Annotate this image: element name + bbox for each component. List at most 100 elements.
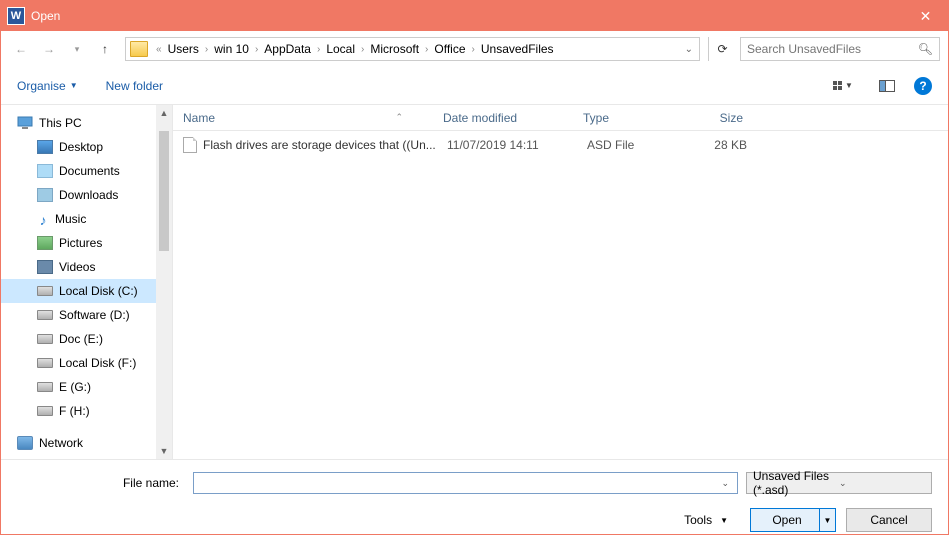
breadcrumb-separator-icon[interactable]: › [421, 44, 432, 55]
preview-pane-button[interactable] [870, 75, 904, 97]
sidebar-item-label: Local Disk (F:) [59, 356, 136, 370]
breadcrumb-history-dropdown[interactable]: ⌄ [679, 44, 699, 55]
disk-icon [37, 310, 53, 320]
address-bar[interactable]: «Users›win 10›AppData›Local›Microsoft›Of… [125, 37, 700, 61]
column-header-size[interactable]: Size [683, 111, 783, 125]
search-icon[interactable]: 🔍︎ [918, 42, 933, 56]
filename-label: File name: [17, 476, 185, 490]
back-button[interactable]: ← [9, 37, 33, 61]
bottom-panel: File name: ⌄ Unsaved Files (*.asd) ⌄ Too… [1, 459, 948, 542]
breadcrumb-segment[interactable]: Office [432, 40, 467, 58]
sidebar-item-label: Doc (E:) [59, 332, 103, 346]
file-type: ASD File [587, 138, 687, 152]
filename-input[interactable] [198, 476, 717, 490]
tools-label: Tools [684, 513, 712, 527]
sidebar-item[interactable]: Videos [1, 255, 172, 279]
breadcrumb-separator-icon[interactable]: › [313, 44, 324, 55]
sidebar-item[interactable]: Local Disk (C:) [1, 279, 172, 303]
up-button[interactable]: ↑ [93, 37, 117, 61]
new-folder-button[interactable]: New folder [106, 79, 163, 93]
file-row[interactable]: Flash drives are storage devices that ((… [173, 131, 948, 159]
disk-icon [37, 382, 53, 392]
search-box[interactable]: 🔍︎ [740, 37, 940, 61]
column-header-name[interactable]: Name ⌃ [183, 111, 443, 125]
navigation-pane: This PC Desktop Documents Downloads ♪ Music P… [1, 105, 173, 459]
sidebar-item[interactable]: Doc (E:) [1, 327, 172, 351]
down-icon [37, 188, 53, 202]
sidebar-item[interactable]: Downloads [1, 183, 172, 207]
toolbar: Organise ▼ New folder ▼ ? [1, 67, 948, 105]
scroll-thumb[interactable] [159, 131, 169, 251]
file-icon [183, 137, 197, 153]
sort-indicator-icon: ⌃ [395, 112, 403, 123]
sidebar-item[interactable]: Documents [1, 159, 172, 183]
tools-menu[interactable]: Tools ▼ [684, 513, 728, 527]
breadcrumb-segment[interactable]: UnsavedFiles [479, 40, 556, 58]
sidebar-item-network[interactable]: Network [1, 431, 172, 455]
sidebar-item[interactable]: ♪ Music [1, 207, 172, 231]
close-button[interactable]: ✕ [903, 1, 948, 31]
open-button[interactable]: Open ▼ [750, 508, 836, 532]
organise-label: Organise [17, 79, 66, 93]
refresh-button[interactable]: ⟳ [708, 37, 736, 61]
sidebar-item-this-pc[interactable]: This PC [1, 111, 172, 135]
sidebar-item[interactable]: F (H:) [1, 399, 172, 423]
filename-dropdown-icon[interactable]: ⌄ [717, 478, 733, 489]
column-header-date[interactable]: Date modified [443, 111, 583, 125]
breadcrumb-separator-icon[interactable]: › [201, 44, 212, 55]
network-label: Network [39, 436, 83, 450]
organise-menu[interactable]: Organise ▼ [17, 79, 78, 93]
file-date: 11/07/2019 14:11 [447, 138, 587, 152]
filter-dropdown-icon[interactable]: ⌄ [839, 478, 925, 489]
sidebar-item-label: E (G:) [59, 380, 91, 394]
breadcrumb-segment[interactable]: win 10 [212, 40, 251, 58]
sidebar-item[interactable]: Pictures [1, 231, 172, 255]
forward-button[interactable]: → [37, 37, 61, 61]
sidebar-item-label: Downloads [59, 188, 118, 202]
sidebar-item[interactable]: Local Disk (F:) [1, 351, 172, 375]
file-name: Flash drives are storage devices that ((… [203, 138, 447, 152]
breadcrumb-segment[interactable]: AppData [262, 40, 313, 58]
column-header-type[interactable]: Type [583, 111, 683, 125]
filter-label: Unsaved Files (*.asd) [753, 469, 839, 497]
sidebar-item-label: F (H:) [59, 404, 90, 418]
sidebar-item[interactable]: Desktop [1, 135, 172, 159]
breadcrumb-separator-icon[interactable]: › [357, 44, 368, 55]
chevron-down-icon: ▼ [720, 516, 728, 525]
view-options-button[interactable]: ▼ [826, 75, 860, 97]
chevron-down-icon: ▼ [70, 81, 78, 90]
scroll-down-arrow[interactable]: ▼ [156, 443, 172, 459]
search-input[interactable] [747, 42, 918, 56]
nav-bar: ← → ▾ ↑ «Users›win 10›AppData›Local›Micr… [1, 31, 948, 67]
sidebar-item-label: Software (D:) [59, 308, 130, 322]
music-icon: ♪ [37, 212, 49, 226]
breadcrumb-segment[interactable]: Users [166, 40, 201, 58]
open-button-label: Open [772, 513, 813, 527]
help-button[interactable]: ? [914, 77, 932, 95]
cancel-button[interactable]: Cancel [846, 508, 932, 532]
sidebar-item-label: Desktop [59, 140, 103, 154]
disk-icon [37, 286, 53, 296]
main-area: This PC Desktop Documents Downloads ♪ Music P… [1, 105, 948, 459]
sidebar-item-label: Music [55, 212, 86, 226]
file-list-pane: Name ⌃ Date modified Type Size Flash dri… [173, 105, 948, 459]
breadcrumb-separator-icon[interactable]: › [251, 44, 262, 55]
sidebar-item-label: Pictures [59, 236, 102, 250]
breadcrumb-segment[interactable]: Local [324, 40, 357, 58]
recent-dropdown[interactable]: ▾ [65, 37, 89, 61]
word-app-icon: W [7, 7, 25, 25]
network-icon [17, 436, 33, 450]
open-split-dropdown[interactable]: ▼ [819, 509, 835, 531]
sidebar-item[interactable]: Software (D:) [1, 303, 172, 327]
file-type-filter[interactable]: Unsaved Files (*.asd) ⌄ [746, 472, 932, 494]
sidebar-item-label: Videos [59, 260, 95, 274]
sidebar-item[interactable]: E (G:) [1, 375, 172, 399]
title-bar: W Open ✕ [1, 1, 948, 31]
scroll-up-arrow[interactable]: ▲ [156, 105, 172, 121]
desktop-icon [37, 140, 53, 154]
sidebar-item-label: Documents [59, 164, 120, 178]
filename-combo[interactable]: ⌄ [193, 472, 738, 494]
sidebar-scrollbar[interactable]: ▲ ▼ [156, 105, 172, 459]
breadcrumb-separator-icon[interactable]: › [468, 44, 479, 55]
breadcrumb-segment[interactable]: Microsoft [368, 40, 421, 58]
